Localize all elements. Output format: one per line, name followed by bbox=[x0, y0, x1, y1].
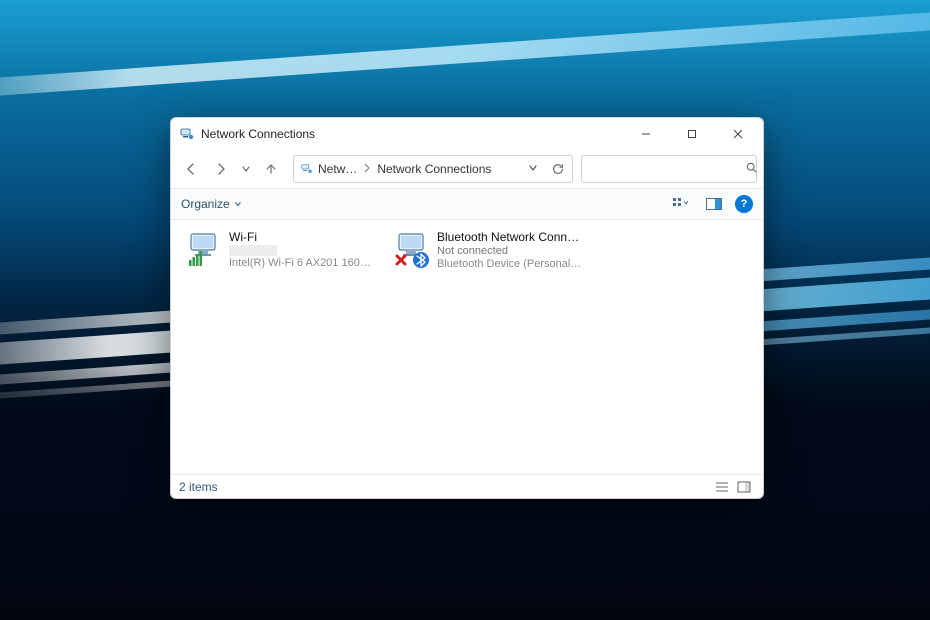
wifi-connection-icon bbox=[183, 230, 223, 270]
refresh-button[interactable] bbox=[546, 162, 570, 176]
search-icon bbox=[745, 161, 758, 177]
search-box[interactable] bbox=[581, 155, 757, 183]
help-button[interactable]: ? bbox=[735, 195, 753, 213]
item-name: Bluetooth Network Connection bbox=[437, 230, 583, 244]
item-detail: Intel(R) Wi-Fi 6 AX201 160MHz bbox=[229, 257, 375, 269]
item-status: Not connected bbox=[437, 245, 583, 257]
items-view[interactable]: Wi-Fi Intel(R) Wi-Fi 6 AX201 160MHz bbox=[171, 220, 763, 474]
back-button[interactable] bbox=[177, 155, 205, 183]
chevron-down-icon bbox=[234, 200, 242, 208]
maximize-button[interactable] bbox=[669, 118, 715, 150]
item-count: 2 items bbox=[179, 480, 218, 494]
recent-dropdown[interactable] bbox=[237, 155, 255, 183]
disabled-x-icon bbox=[397, 256, 405, 264]
breadcrumb-root-label: Netw… bbox=[318, 162, 357, 176]
large-icons-view-button[interactable] bbox=[733, 478, 755, 496]
command-bar: Organize ? bbox=[171, 188, 763, 220]
minimize-button[interactable] bbox=[623, 118, 669, 150]
breadcrumb-root[interactable]: Netw… bbox=[298, 162, 359, 176]
view-options-button[interactable] bbox=[667, 192, 693, 216]
window-title: Network Connections bbox=[201, 127, 315, 141]
control-panel-icon bbox=[300, 162, 314, 176]
organize-label: Organize bbox=[181, 197, 230, 211]
preview-pane-button[interactable] bbox=[701, 192, 727, 216]
chevron-right-icon[interactable] bbox=[361, 162, 373, 176]
network-connections-window: Network Connections bbox=[170, 117, 764, 499]
address-dropdown[interactable] bbox=[522, 162, 544, 176]
navbar: Netw… Network Connections bbox=[171, 150, 763, 188]
organize-menu[interactable]: Organize bbox=[181, 197, 242, 211]
details-view-button[interactable] bbox=[711, 478, 733, 496]
connection-item-bluetooth[interactable]: Bluetooth Network Connection Not connect… bbox=[391, 230, 583, 270]
connection-item-wifi[interactable]: Wi-Fi Intel(R) Wi-Fi 6 AX201 160MHz bbox=[183, 230, 375, 270]
up-button[interactable] bbox=[257, 155, 285, 183]
forward-button[interactable] bbox=[207, 155, 235, 183]
address-bar[interactable]: Netw… Network Connections bbox=[293, 155, 573, 183]
status-bar: 2 items bbox=[171, 474, 763, 498]
titlebar[interactable]: Network Connections bbox=[171, 118, 763, 150]
item-name: Wi-Fi bbox=[229, 230, 375, 244]
search-input[interactable] bbox=[590, 162, 745, 176]
bluetooth-icon bbox=[413, 252, 429, 268]
item-status bbox=[229, 245, 277, 256]
close-button[interactable] bbox=[715, 118, 761, 150]
item-detail: Bluetooth Device (Personal Ar… bbox=[437, 258, 583, 270]
breadcrumb-current[interactable]: Network Connections bbox=[375, 162, 493, 176]
breadcrumb-current-label: Network Connections bbox=[377, 162, 491, 176]
app-icon bbox=[179, 126, 195, 142]
bluetooth-connection-icon bbox=[391, 230, 431, 270]
